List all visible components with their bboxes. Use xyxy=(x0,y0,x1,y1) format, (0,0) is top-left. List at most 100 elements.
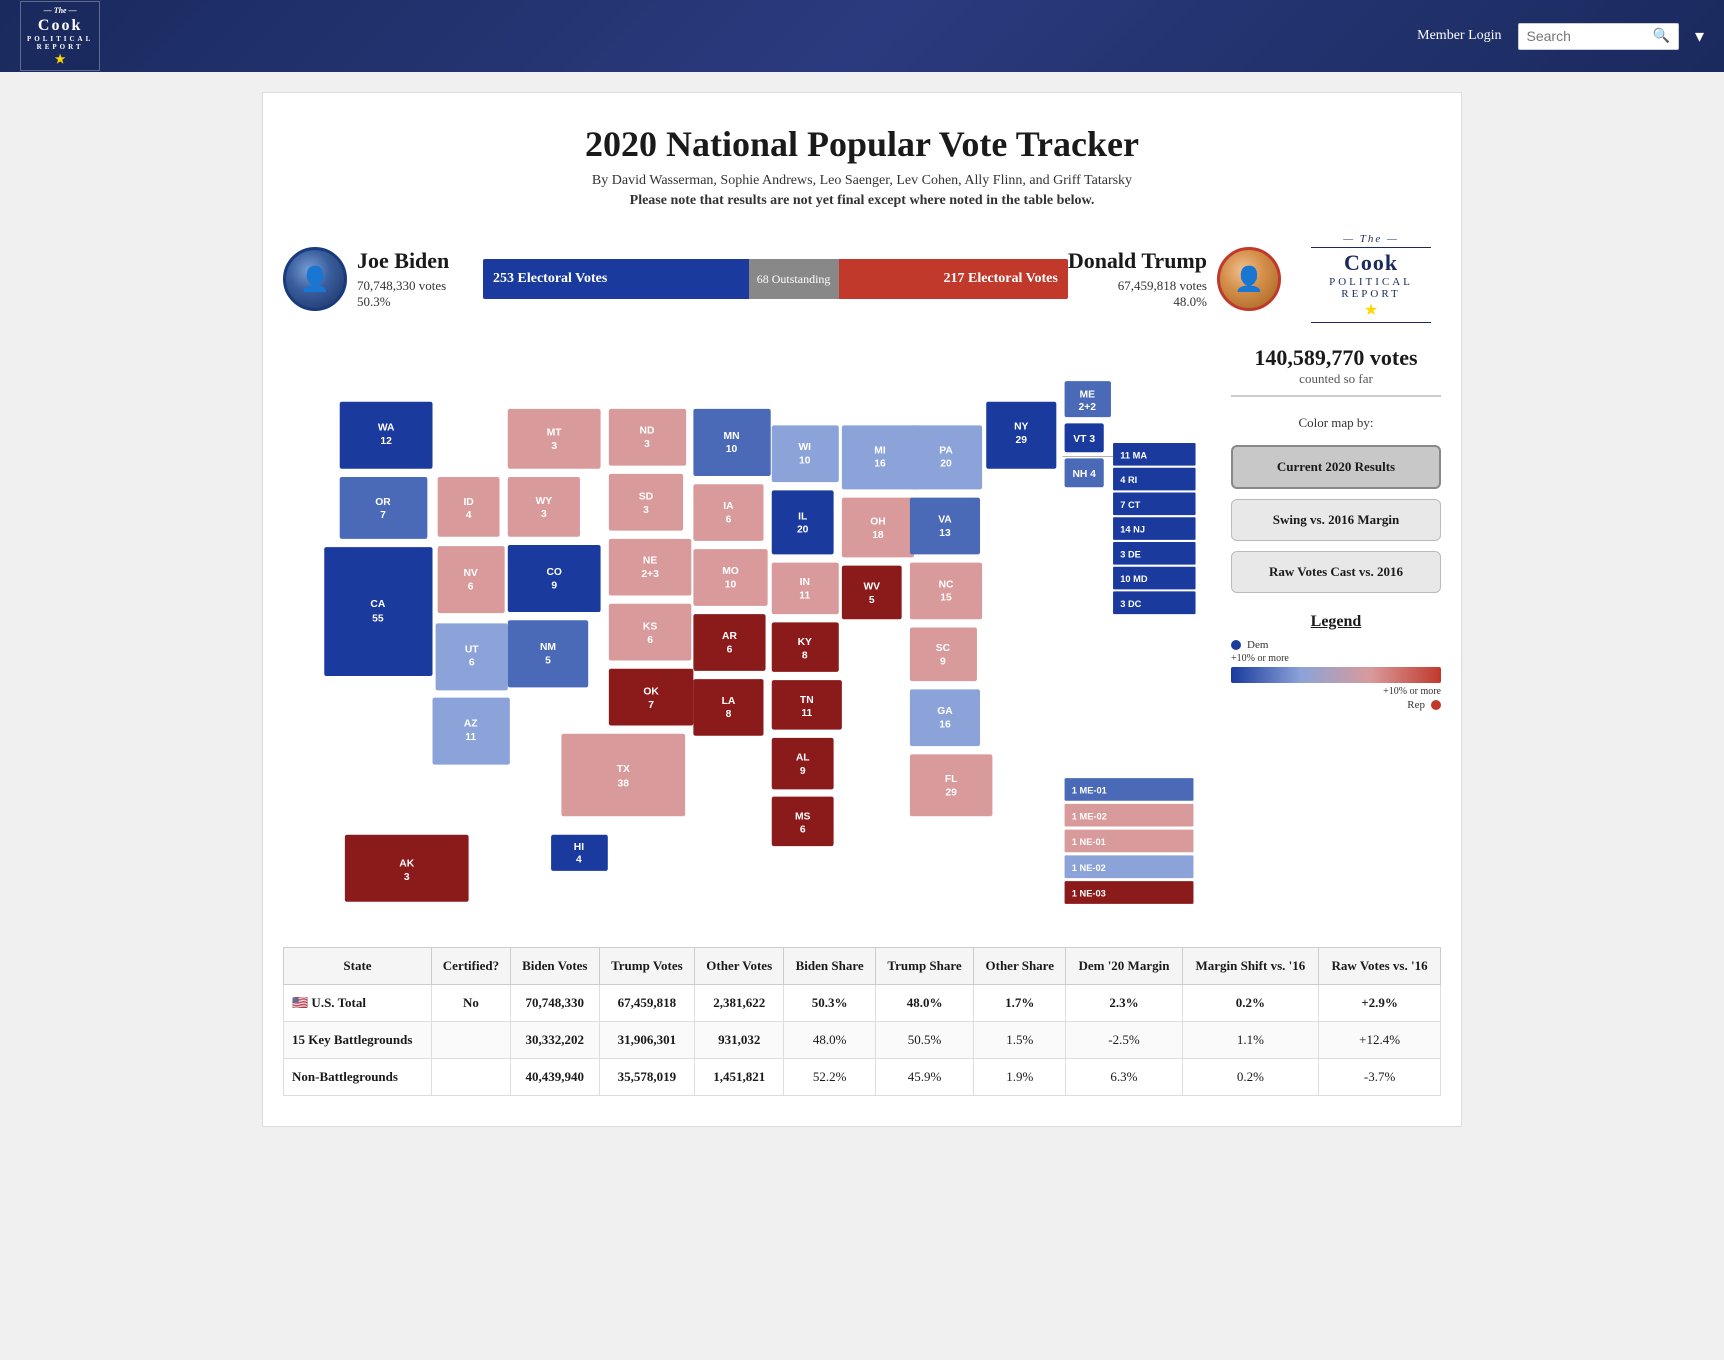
site-logo[interactable]: — The — Cook POLITICAL REPORT ★ xyxy=(20,1,100,71)
biden-name: Joe Biden xyxy=(357,248,449,274)
cell-biden-share-nonbattleground: 52.2% xyxy=(784,1059,876,1096)
state-sc-ev: 9 xyxy=(940,657,946,668)
bar-outstanding: 68 Outstanding xyxy=(749,259,839,299)
state-nd-ev: 3 xyxy=(644,439,650,450)
state-sc[interactable] xyxy=(910,628,977,682)
dem-dot-icon xyxy=(1231,640,1241,650)
state-va[interactable] xyxy=(910,498,980,555)
biden-pct: 50.3% xyxy=(357,294,449,310)
biden-votes: 70,748,330 votes xyxy=(357,278,449,294)
bar-trump: 217 Electoral Votes xyxy=(839,259,1068,299)
state-co[interactable] xyxy=(508,545,601,612)
state-ar[interactable] xyxy=(693,614,765,671)
state-al[interactable] xyxy=(772,738,834,790)
state-mi-label: MI xyxy=(874,445,886,456)
cell-state-battleground: 15 Key Battlegrounds xyxy=(284,1022,432,1059)
state-ks-label: KS xyxy=(643,622,657,633)
state-co-ev: 9 xyxy=(551,580,557,591)
state-ca[interactable] xyxy=(324,547,432,676)
biden-electoral: 253 Electoral Votes xyxy=(493,271,607,287)
state-il[interactable] xyxy=(772,490,834,554)
state-ia-ev: 6 xyxy=(726,514,732,525)
state-me-label: ME xyxy=(1080,390,1096,401)
member-login-link[interactable]: Member Login xyxy=(1417,28,1501,44)
state-ok-label: OK xyxy=(643,687,659,698)
state-wv[interactable] xyxy=(842,566,902,620)
state-id-label: ID xyxy=(463,497,473,508)
small-me02-label: 1 ME-02 xyxy=(1072,811,1107,821)
state-pa[interactable] xyxy=(910,425,982,489)
state-or[interactable] xyxy=(340,477,428,539)
state-il-label: IL xyxy=(798,511,807,522)
state-ga-label: GA xyxy=(937,706,953,717)
state-ia-label: IA xyxy=(723,501,734,512)
state-in[interactable] xyxy=(772,563,839,615)
state-ca-label: CA xyxy=(370,599,385,610)
col-certified: Certified? xyxy=(431,948,510,985)
col-biden-share: Biden Share xyxy=(784,948,876,985)
logo-star: ★ xyxy=(27,52,93,66)
cell-certified-nonbattleground xyxy=(431,1059,510,1096)
search-input[interactable] xyxy=(1527,28,1647,44)
legend-gradient-bar xyxy=(1231,667,1441,683)
state-nm[interactable] xyxy=(508,620,588,687)
state-ga[interactable] xyxy=(910,689,980,746)
state-wi[interactable] xyxy=(772,425,839,482)
table-header-row: State Certified? Biden Votes Trump Votes… xyxy=(284,948,1441,985)
cell-other-share-battleground: 1.5% xyxy=(974,1022,1066,1059)
search-box[interactable]: 🔍 xyxy=(1518,23,1679,50)
state-la[interactable] xyxy=(693,679,763,736)
logo-the: — The — xyxy=(27,6,93,16)
cell-trump-votes-nonbattleground: 35,578,019 xyxy=(599,1059,694,1096)
cell-state-total: 🇺🇸 U.S. Total xyxy=(284,985,432,1022)
state-pa-label: PA xyxy=(939,445,953,456)
corner-logo-divider2 xyxy=(1311,322,1431,323)
state-mo-ev: 10 xyxy=(725,579,737,590)
state-al-label: AL xyxy=(796,753,810,764)
state-hi-ev: 4 xyxy=(576,855,582,866)
state-mt[interactable] xyxy=(508,409,601,469)
state-mo[interactable] xyxy=(693,549,767,606)
state-mn[interactable] xyxy=(693,409,770,476)
state-tx[interactable] xyxy=(561,734,685,816)
table-row-us-total: 🇺🇸 U.S. Total No 70,748,330 67,459,818 2… xyxy=(284,985,1441,1022)
small-md-label: 10 MD xyxy=(1120,574,1148,584)
small-ct-label: 7 CT xyxy=(1120,500,1140,510)
cell-biden-share-battleground: 48.0% xyxy=(784,1022,876,1059)
state-mt-ev: 3 xyxy=(551,441,557,452)
state-oh[interactable] xyxy=(842,498,914,558)
state-wa-ev: 12 xyxy=(380,436,392,447)
state-fl[interactable] xyxy=(910,754,992,816)
state-or-ev: 7 xyxy=(380,510,386,521)
state-nd[interactable] xyxy=(609,409,686,466)
state-wy-label: WY xyxy=(536,496,553,507)
cell-certified-total: No xyxy=(431,985,510,1022)
biden-avatar: 👤 xyxy=(283,247,347,311)
state-ia[interactable] xyxy=(693,484,763,541)
trump-electoral: 217 Electoral Votes xyxy=(943,271,1057,287)
btn-current-results[interactable]: Current 2020 Results xyxy=(1231,445,1441,489)
state-nc[interactable] xyxy=(910,563,982,620)
state-nv[interactable] xyxy=(438,546,505,613)
btn-raw-votes[interactable]: Raw Votes Cast vs. 2016 xyxy=(1231,551,1441,593)
cell-raw-votes-battleground: +12.4% xyxy=(1319,1022,1441,1059)
dropdown-arrow-icon[interactable]: ▾ xyxy=(1695,26,1704,47)
state-ne[interactable] xyxy=(609,539,691,596)
state-mi[interactable] xyxy=(842,425,919,489)
small-me01-label: 1 ME-01 xyxy=(1072,786,1107,796)
col-trump-share: Trump Share xyxy=(875,948,973,985)
state-wv-ev: 5 xyxy=(869,595,875,606)
state-wy[interactable] xyxy=(508,477,580,537)
state-sc-label: SC xyxy=(936,643,951,654)
state-nm-label: NM xyxy=(540,642,556,653)
state-nv-label: NV xyxy=(464,568,478,579)
candidate-trump-right: 👤 Donald Trump 67,459,818 votes 48.0% xyxy=(1068,247,1281,311)
logo-report: REPORT xyxy=(27,43,93,51)
state-ga-ev: 16 xyxy=(939,720,951,731)
btn-swing-margin[interactable]: Swing vs. 2016 Margin xyxy=(1231,499,1441,541)
state-la-ev: 8 xyxy=(726,709,732,720)
col-other-share: Other Share xyxy=(974,948,1066,985)
corner-logo-divider xyxy=(1311,247,1431,248)
corner-logo-cook: Cook xyxy=(1344,250,1398,276)
trump-pct: 48.0% xyxy=(1068,294,1207,310)
